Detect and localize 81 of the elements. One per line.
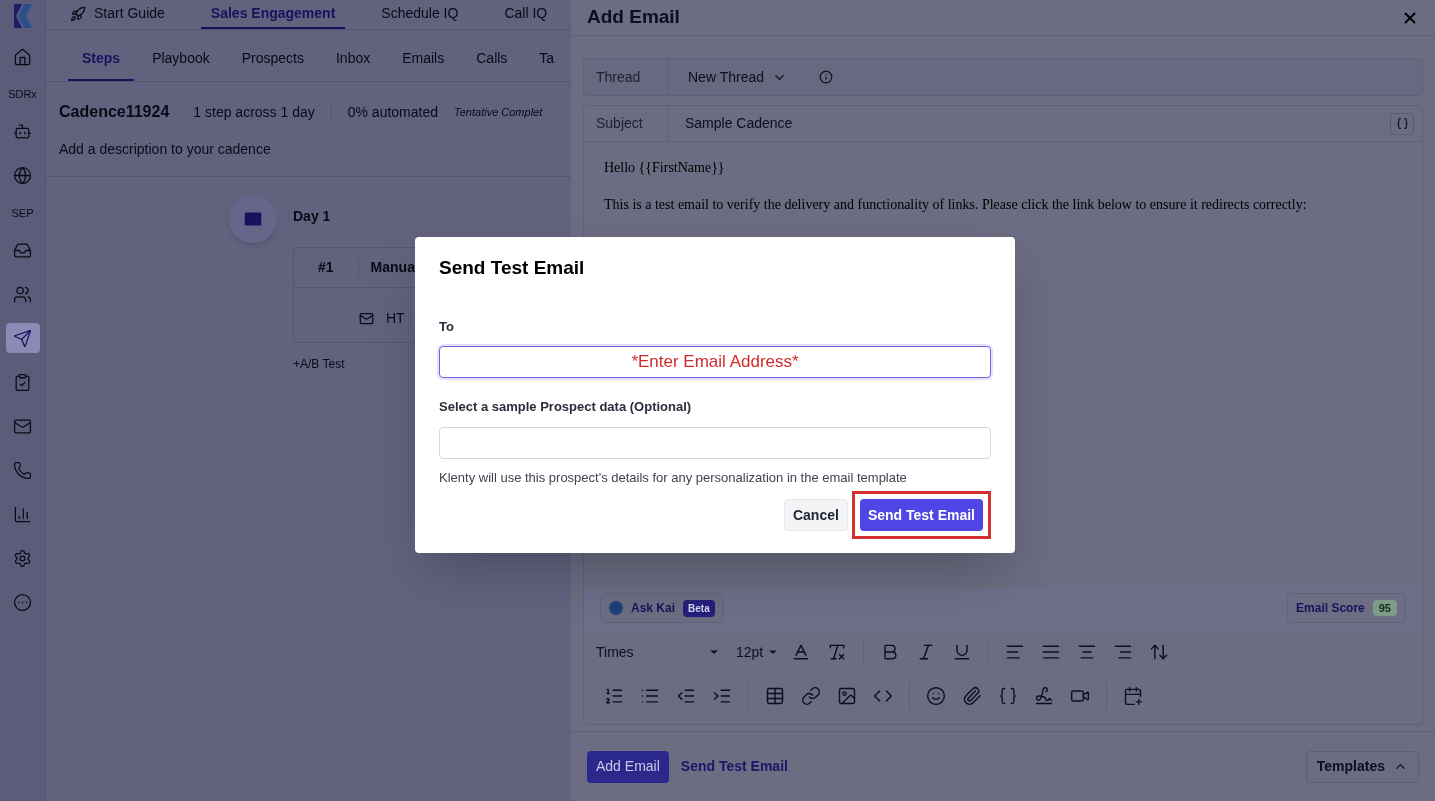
- sub-tab[interactable]: Emails: [388, 48, 459, 81]
- line-height-icon: [1149, 642, 1170, 662]
- sub-tab[interactable]: Inbox: [321, 48, 385, 81]
- ask-kai-button[interactable]: Ask Kai Beta: [600, 593, 724, 623]
- indent-icon: [712, 686, 732, 706]
- phone-icon: [13, 460, 32, 480]
- bar-chart-icon: [13, 504, 32, 524]
- image-icon: [837, 686, 857, 706]
- info-icon: [819, 70, 833, 84]
- calendar-plus-icon: [1123, 686, 1143, 706]
- more-icon: [13, 592, 32, 612]
- bot-icon: [13, 122, 32, 141]
- email-score-card[interactable]: Email Score 95: [1287, 593, 1406, 623]
- paperclip-icon: [962, 686, 982, 706]
- email-score-label: Email Score: [1296, 600, 1365, 617]
- emoji-icon: [926, 686, 946, 706]
- outdent-icon: [676, 686, 696, 706]
- sub-tab[interactable]: Ta: [525, 48, 569, 81]
- sub-tab[interactable]: Prospects: [227, 48, 318, 81]
- settings-icon: [13, 548, 32, 568]
- send-test-email-link[interactable]: Send Test Email: [680, 756, 788, 777]
- cadence-name: Cadence11924: [59, 102, 170, 122]
- align-justify-icon: [1041, 642, 1062, 662]
- help-text: Klenty will use this prospect's details for any personalization in the email template: [439, 468, 908, 487]
- send-icon: [13, 328, 32, 348]
- bullet-list-icon: [640, 686, 660, 706]
- panel-title: Add Email: [587, 5, 680, 30]
- prospect-select-field[interactable]: [439, 426, 991, 459]
- body-paragraph: This is a test email to verify the delivery and functionality of links. Please click the link below to ensure it redirects correctly:: [604, 196, 1308, 213]
- to-input-field[interactable]: *Enter Email Address*: [439, 346, 991, 378]
- font-size-select[interactable]: 12pt: [736, 641, 780, 663]
- clipboard-check-icon: [13, 372, 32, 392]
- align-left-icon: [1005, 642, 1026, 662]
- prospect-label: Select a sample Prospect data (Optional): [439, 398, 693, 416]
- signature-icon: [1034, 686, 1054, 706]
- sub-tab[interactable]: Steps: [68, 48, 135, 81]
- beta-badge: Beta: [683, 599, 715, 617]
- steps-summary: 1 step across 1 day: [192, 102, 315, 122]
- step-number: #1: [317, 258, 335, 277]
- email-score-badge: 95: [1372, 599, 1397, 617]
- align-center-icon: [1077, 642, 1098, 662]
- ab-test-link[interactable]: +A/B Test: [293, 355, 345, 373]
- dialog-title: Send Test Email: [439, 256, 586, 280]
- subject-label: Subject: [584, 106, 669, 141]
- send-test-email-button[interactable]: Send Test Email: [859, 499, 983, 531]
- day-label: Day 1: [293, 207, 332, 226]
- completion-text: Tentative Complet: [454, 104, 543, 120]
- email-name: HT: [386, 309, 405, 328]
- subject-field[interactable]: Sample Cadence: [669, 113, 1390, 134]
- step-type: Manua: [357, 257, 415, 278]
- variables-button[interactable]: [1390, 112, 1414, 135]
- cancel-button[interactable]: Cancel: [783, 499, 848, 531]
- braces-icon: [998, 686, 1018, 706]
- automation-percent: 0% automated: [347, 102, 438, 122]
- braces-icon: [1395, 117, 1409, 130]
- thread-label: Thread: [584, 59, 669, 95]
- link-icon: [801, 686, 821, 706]
- body-paragraph: Hello {{FirstName}}: [604, 159, 726, 176]
- top-nav-tab[interactable]: Sales Engagement: [200, 0, 346, 29]
- users-icon: [13, 284, 32, 304]
- top-nav-tab[interactable]: Call IQ: [494, 0, 558, 29]
- rocket-icon: [70, 5, 86, 22]
- sub-tab[interactable]: Calls: [462, 48, 522, 81]
- top-nav-tab[interactable]: Schedule IQ: [371, 0, 469, 29]
- align-right-icon: [1113, 642, 1134, 662]
- globe-icon: [13, 166, 32, 185]
- templates-button[interactable]: Templates: [1305, 750, 1419, 783]
- sidebar-section-label: SEP: [11, 205, 34, 221]
- logo-icon[interactable]: [11, 4, 34, 28]
- sidebar-item[interactable]: [5, 323, 40, 353]
- thread-dropdown[interactable]: New Thread: [669, 66, 787, 88]
- sub-tab[interactable]: Playbook: [138, 48, 224, 81]
- description-placeholder[interactable]: Add a description to your cadence: [46, 124, 571, 177]
- home-icon: [13, 47, 32, 67]
- table-icon: [765, 686, 785, 706]
- add-email-button[interactable]: Add Email: [587, 750, 669, 783]
- sidebar-section-label: SDRx: [8, 87, 37, 102]
- to-label: To: [439, 317, 455, 336]
- numbered-list-icon: [604, 686, 624, 706]
- font-family-select[interactable]: Times: [596, 641, 724, 663]
- top-nav-tab[interactable]: Start Guide: [60, 0, 175, 29]
